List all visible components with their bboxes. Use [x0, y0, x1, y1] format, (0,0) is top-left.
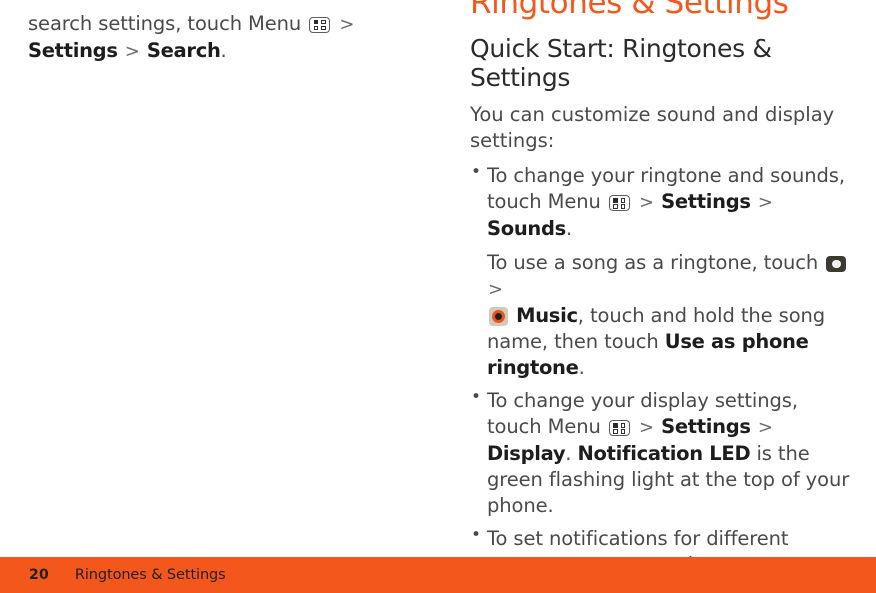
bullet-2-bold-display: Display	[487, 442, 566, 465]
separator-chevron: >	[638, 417, 654, 438]
bullet-list: To change your ringtone and sounds, touc…	[470, 162, 862, 557]
left-bold-search: Search	[146, 38, 221, 62]
music-app-icon	[489, 307, 508, 326]
period: .	[578, 356, 585, 379]
sub-bold-music: Music	[516, 304, 578, 327]
bullet-1-sub-paragraph: To use a song as a ringtone, touch > Mus…	[487, 250, 862, 381]
intro-paragraph: You can customize sound and display sett…	[470, 103, 835, 152]
list-item: To set notifications for different messa…	[470, 525, 862, 557]
chapter-title: Ringtones & Settings	[470, 0, 789, 21]
left-paragraph-text: search settings, touch Menu	[28, 11, 302, 35]
separator-chevron: >	[757, 192, 773, 213]
footer-chapter-label: Ringtones & Settings	[74, 567, 226, 583]
sub-paragraph-pre: To use a song as a ringtone, touch	[487, 251, 819, 274]
footer-page-number: 20	[29, 567, 49, 583]
menu-key-icon	[608, 195, 630, 211]
separator-chevron: >	[638, 192, 654, 213]
bullet-2-line2-pre: touch Menu	[487, 415, 601, 438]
section-title: Quick Start: Ringtones & Settings	[470, 34, 772, 92]
separator-chevron: >	[488, 279, 503, 300]
page-footer: 20 Ringtones & Settings	[0, 557, 876, 593]
separator-chevron: >	[757, 417, 773, 438]
list-item: To change your display settings, touch M…	[470, 387, 862, 519]
bullet-2-bold-notification-led: Notification LED	[577, 442, 751, 465]
separator-chevron: >	[339, 13, 355, 35]
list-item: To change your ringtone and sounds, touc…	[470, 162, 862, 381]
launcher-icon	[826, 256, 847, 272]
bullet-3-line1: To set notifications for different	[487, 527, 789, 550]
period: .	[565, 217, 573, 240]
bullet-2-line1: To change your display settings,	[487, 389, 798, 412]
left-bold-settings: Settings	[28, 38, 118, 62]
bullet-2-text: To change your display settings, touch M…	[487, 388, 862, 519]
bullet-1-bold-sounds: Sounds	[487, 217, 566, 240]
menu-key-icon	[309, 16, 331, 33]
manual-page: search settings, touch Menu > Settings >…	[0, 0, 876, 557]
separator-chevron: >	[124, 40, 140, 62]
period: .	[565, 442, 572, 465]
bullet-3-text: To set notifications for different messa…	[487, 526, 862, 557]
left-column-paragraph: search settings, touch Menu > Settings >…	[28, 11, 448, 65]
right-column: Ringtones & Settings Quick Start: Ringto…	[470, 0, 862, 557]
period: .	[220, 38, 227, 62]
bullet-1-line1: To change your ringtone and sounds,	[487, 164, 845, 187]
left-column: search settings, touch Menu > Settings >…	[28, 0, 448, 84]
bullet-1-line2-pre: touch Menu	[487, 190, 601, 213]
bullet-1-text: To change your ringtone and sounds, touc…	[487, 163, 862, 242]
bullet-1-bold-settings: Settings	[661, 190, 751, 213]
menu-key-icon	[608, 420, 630, 436]
bullet-2-bold-settings: Settings	[661, 415, 751, 438]
